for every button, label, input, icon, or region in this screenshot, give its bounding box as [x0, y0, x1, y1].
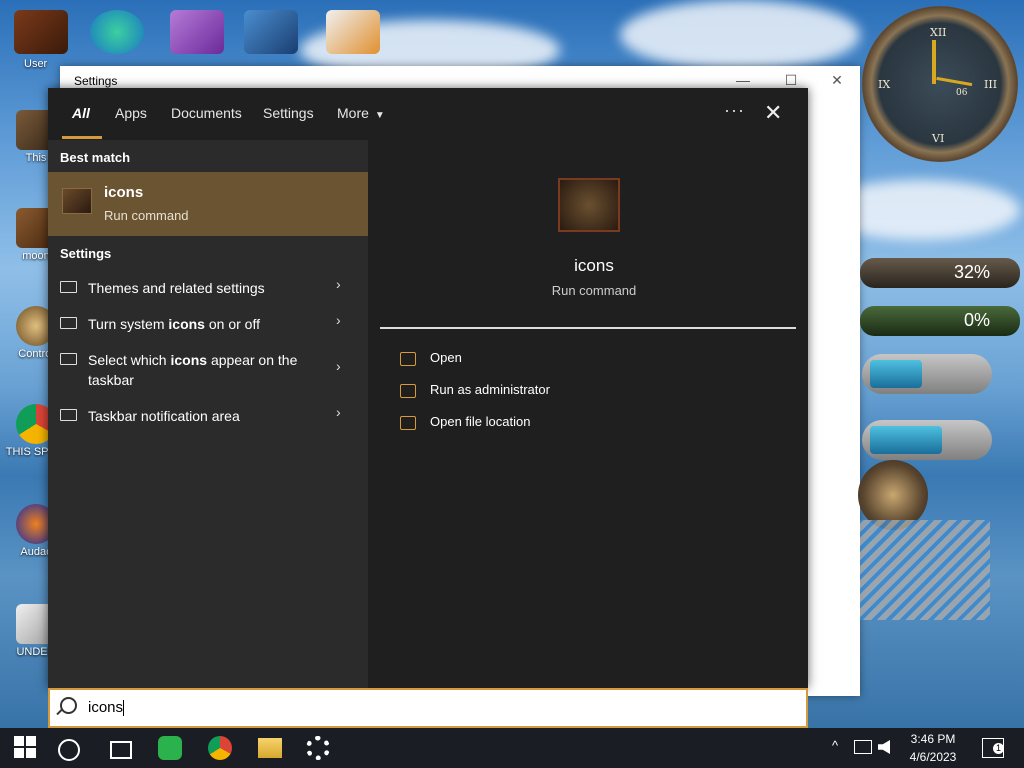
file-explorer-icon[interactable] [258, 738, 282, 758]
result-label: Select which icons appear on the taskbar [88, 352, 298, 388]
taskbar: ^ 3:46 PM 4/6/2023 1 [0, 728, 1024, 768]
tab-settings[interactable]: Settings [263, 105, 314, 121]
tab-apps[interactable]: Apps [115, 105, 147, 121]
ram-meter: 0% [860, 306, 1020, 336]
desktop-label-user: User [24, 58, 48, 70]
text-caret [123, 700, 125, 717]
result-label: Themes and related settings [88, 280, 265, 296]
search-tabs-bar: All Apps Documents Settings More ▼ ··· ✕ [48, 88, 808, 140]
tube-fill [870, 360, 922, 388]
feedly-icon[interactable] [158, 736, 182, 760]
run-command-icon [62, 188, 92, 214]
active-tab-indicator [62, 136, 102, 139]
open-icon [400, 351, 416, 366]
close-icon[interactable]: ✕ [764, 100, 782, 126]
run-command-icon [558, 178, 620, 232]
pipes-gadget [860, 520, 990, 620]
start-icon[interactable] [14, 736, 38, 760]
shield-icon [400, 383, 416, 398]
chevron-down-icon: ▼ [374, 110, 385, 121]
desktop-icon-label: Audac [20, 546, 52, 558]
chrome-icon[interactable] [208, 736, 232, 760]
tab-all[interactable]: All [72, 105, 90, 121]
cortana-icon[interactable] [58, 739, 80, 761]
preview-type: Run command [551, 283, 637, 298]
desktop-icon-label: This [25, 152, 47, 164]
clock-gadget[interactable]: XII III VI IX 06 [862, 6, 1018, 162]
task-view-icon[interactable] [110, 741, 132, 759]
desktop-icon-hxd[interactable] [326, 10, 380, 54]
result-label: Taskbar notification area [88, 408, 240, 424]
tab-documents[interactable]: Documents [171, 105, 242, 121]
volume-muted-icon[interactable] [878, 740, 890, 754]
more-options-icon[interactable]: ··· [724, 100, 745, 121]
cpu-meter: 32% [860, 258, 1020, 288]
desktop-icon-label: moon [22, 250, 50, 262]
taskbar-date: 4/6/2023 [909, 750, 957, 764]
clock-numeral: XII [930, 26, 947, 39]
clock-numeral: VI [932, 132, 945, 145]
settings-window-title: Settings [74, 74, 118, 88]
cloud [620, 0, 860, 70]
search-icon [60, 697, 77, 714]
desktop-icon-visual-studio[interactable] [170, 10, 224, 54]
network-tube [862, 420, 992, 460]
action-open[interactable]: Open [400, 350, 462, 366]
tab-more-label: More [337, 105, 369, 121]
best-match-heading: Best match [60, 150, 131, 165]
chevron-right-icon: › [336, 358, 341, 374]
action-center-icon[interactable]: 1 [982, 738, 1004, 758]
desktop-icon-edge[interactable] [90, 10, 144, 54]
clock-date: 06 [956, 88, 968, 98]
clock-numeral: III [984, 78, 998, 91]
show-hidden-icons-icon[interactable]: ^ [832, 738, 838, 753]
search-input-value: icons [88, 699, 125, 717]
taskbar-icon [60, 353, 77, 365]
best-match-type: Run command [104, 208, 189, 223]
battery-tube [862, 354, 992, 394]
action-open-file-location[interactable]: Open file location [400, 414, 530, 430]
clock-hour-hand [932, 40, 936, 84]
preview-name: icons [574, 256, 614, 275]
taskbar-time: 3:46 PM [910, 732, 956, 746]
cpu-meter-value: 32% [953, 262, 990, 282]
clock-minute-hand [936, 76, 973, 87]
tube-fill [870, 426, 942, 454]
network-icon[interactable] [854, 740, 872, 754]
preview-pane: icons Run command Open Run as administra… [380, 140, 808, 688]
taskbar-icon [60, 317, 77, 329]
result-label: Turn system icons on or off [88, 316, 260, 332]
folder-icon [400, 415, 416, 430]
taskbar-icon [60, 409, 77, 421]
desktop-icon-user-folder[interactable] [14, 10, 68, 54]
chevron-right-icon: › [336, 404, 341, 420]
chevron-right-icon: › [336, 312, 341, 328]
settings-result-notification-area[interactable]: Taskbar notification area › [48, 404, 368, 428]
settings-result-themes[interactable]: Themes and related settings › [48, 276, 368, 300]
desktop-icon-virtualbox[interactable] [244, 10, 298, 54]
notification-count: 1 [993, 743, 1004, 754]
taskbar-clock[interactable]: 3:46 PM 4/6/2023 [896, 730, 970, 766]
action-run-as-admin[interactable]: Run as administrator [400, 382, 550, 398]
settings-heading: Settings [60, 246, 112, 261]
chevron-right-icon: › [336, 276, 341, 292]
search-input[interactable]: icons [48, 688, 808, 728]
best-match-item[interactable]: icons Run command [48, 172, 368, 236]
ram-meter-value: 0% [963, 310, 990, 330]
best-match-name: icons [104, 184, 144, 201]
clock-numeral: IX [878, 78, 891, 91]
tab-more[interactable]: More ▼ [337, 105, 385, 121]
results-list: Best match icons Run command Settings Th… [48, 140, 368, 688]
settings-result-select-icons-taskbar[interactable]: Select which icons appear on the taskbar… [48, 348, 368, 392]
settings-icon[interactable] [306, 736, 330, 760]
close-button[interactable]: ✕ [814, 68, 860, 92]
search-panel[interactable]: All Apps Documents Settings More ▼ ··· ✕ … [48, 88, 808, 688]
themes-icon [60, 281, 77, 293]
settings-result-turn-system-icons[interactable]: Turn system icons on or off › [48, 312, 368, 336]
divider [380, 327, 796, 329]
